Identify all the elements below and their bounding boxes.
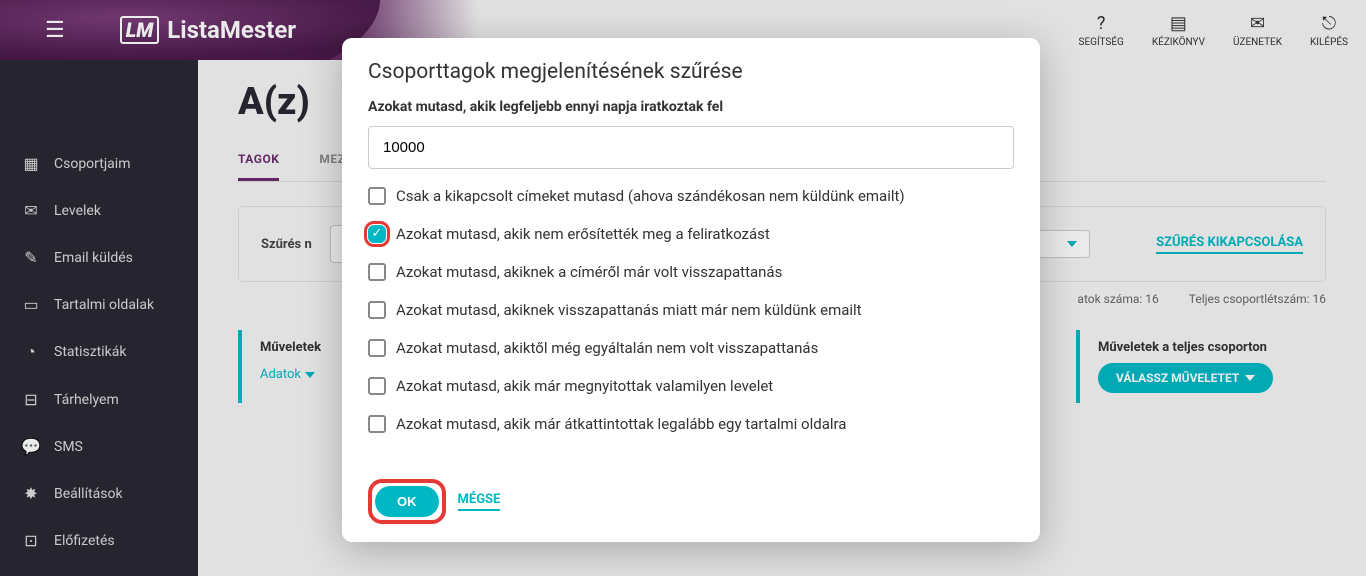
filter-modal: Csoporttagok megjelenítésének szűrése Az…: [342, 38, 1040, 542]
check-row-2: Azokat mutasd, akiknek a címéről már vol…: [368, 263, 1014, 281]
days-input[interactable]: [368, 126, 1014, 169]
check-row-6: Azokat mutasd, akik már átkattintottak l…: [368, 415, 1014, 433]
modal-footer: OK MÉGSE: [342, 465, 1040, 542]
check-label: Azokat mutasd, akiknek visszapattanás mi…: [396, 301, 862, 319]
checkbox-5[interactable]: [368, 377, 386, 395]
check-label: Azokat mutasd, akik már megnyitottak val…: [396, 377, 773, 395]
checkbox-4[interactable]: [368, 339, 386, 357]
checkbox-0[interactable]: [368, 187, 386, 205]
checkbox-3[interactable]: [368, 301, 386, 319]
checkbox-1[interactable]: ✓: [368, 225, 386, 243]
checkbox-6[interactable]: [368, 415, 386, 433]
check-label: Azokat mutasd, akiktől még egyáltalán ne…: [396, 339, 818, 357]
check-label: Azokat mutasd, akik nem erősítették meg …: [396, 225, 770, 243]
ok-button[interactable]: OK: [375, 486, 439, 517]
modal-input-label: Azokat mutasd, akik legfeljebb ennyi nap…: [368, 98, 1014, 118]
check-row-0: Csak a kikapcsolt címeket mutasd (ahova …: [368, 187, 1014, 205]
check-row-4: Azokat mutasd, akiktől még egyáltalán ne…: [368, 339, 1014, 357]
check-label: Csak a kikapcsolt címeket mutasd (ahova …: [396, 187, 905, 205]
modal-title: Csoporttagok megjelenítésének szűrése: [342, 38, 1040, 98]
modal-body: Azokat mutasd, akik legfeljebb ennyi nap…: [342, 98, 1040, 465]
checkbox-2[interactable]: [368, 263, 386, 281]
check-row-5: Azokat mutasd, akik már megnyitottak val…: [368, 377, 1014, 395]
check-row-3: Azokat mutasd, akiknek visszapattanás mi…: [368, 301, 1014, 319]
ok-highlight: OK: [368, 479, 446, 524]
check-label: Azokat mutasd, akiknek a címéről már vol…: [396, 263, 782, 281]
check-row-1: ✓ Azokat mutasd, akik nem erősítették meg…: [368, 225, 1014, 243]
check-label: Azokat mutasd, akik már átkattintottak l…: [396, 415, 846, 433]
cancel-button[interactable]: MÉGSE: [458, 492, 501, 511]
